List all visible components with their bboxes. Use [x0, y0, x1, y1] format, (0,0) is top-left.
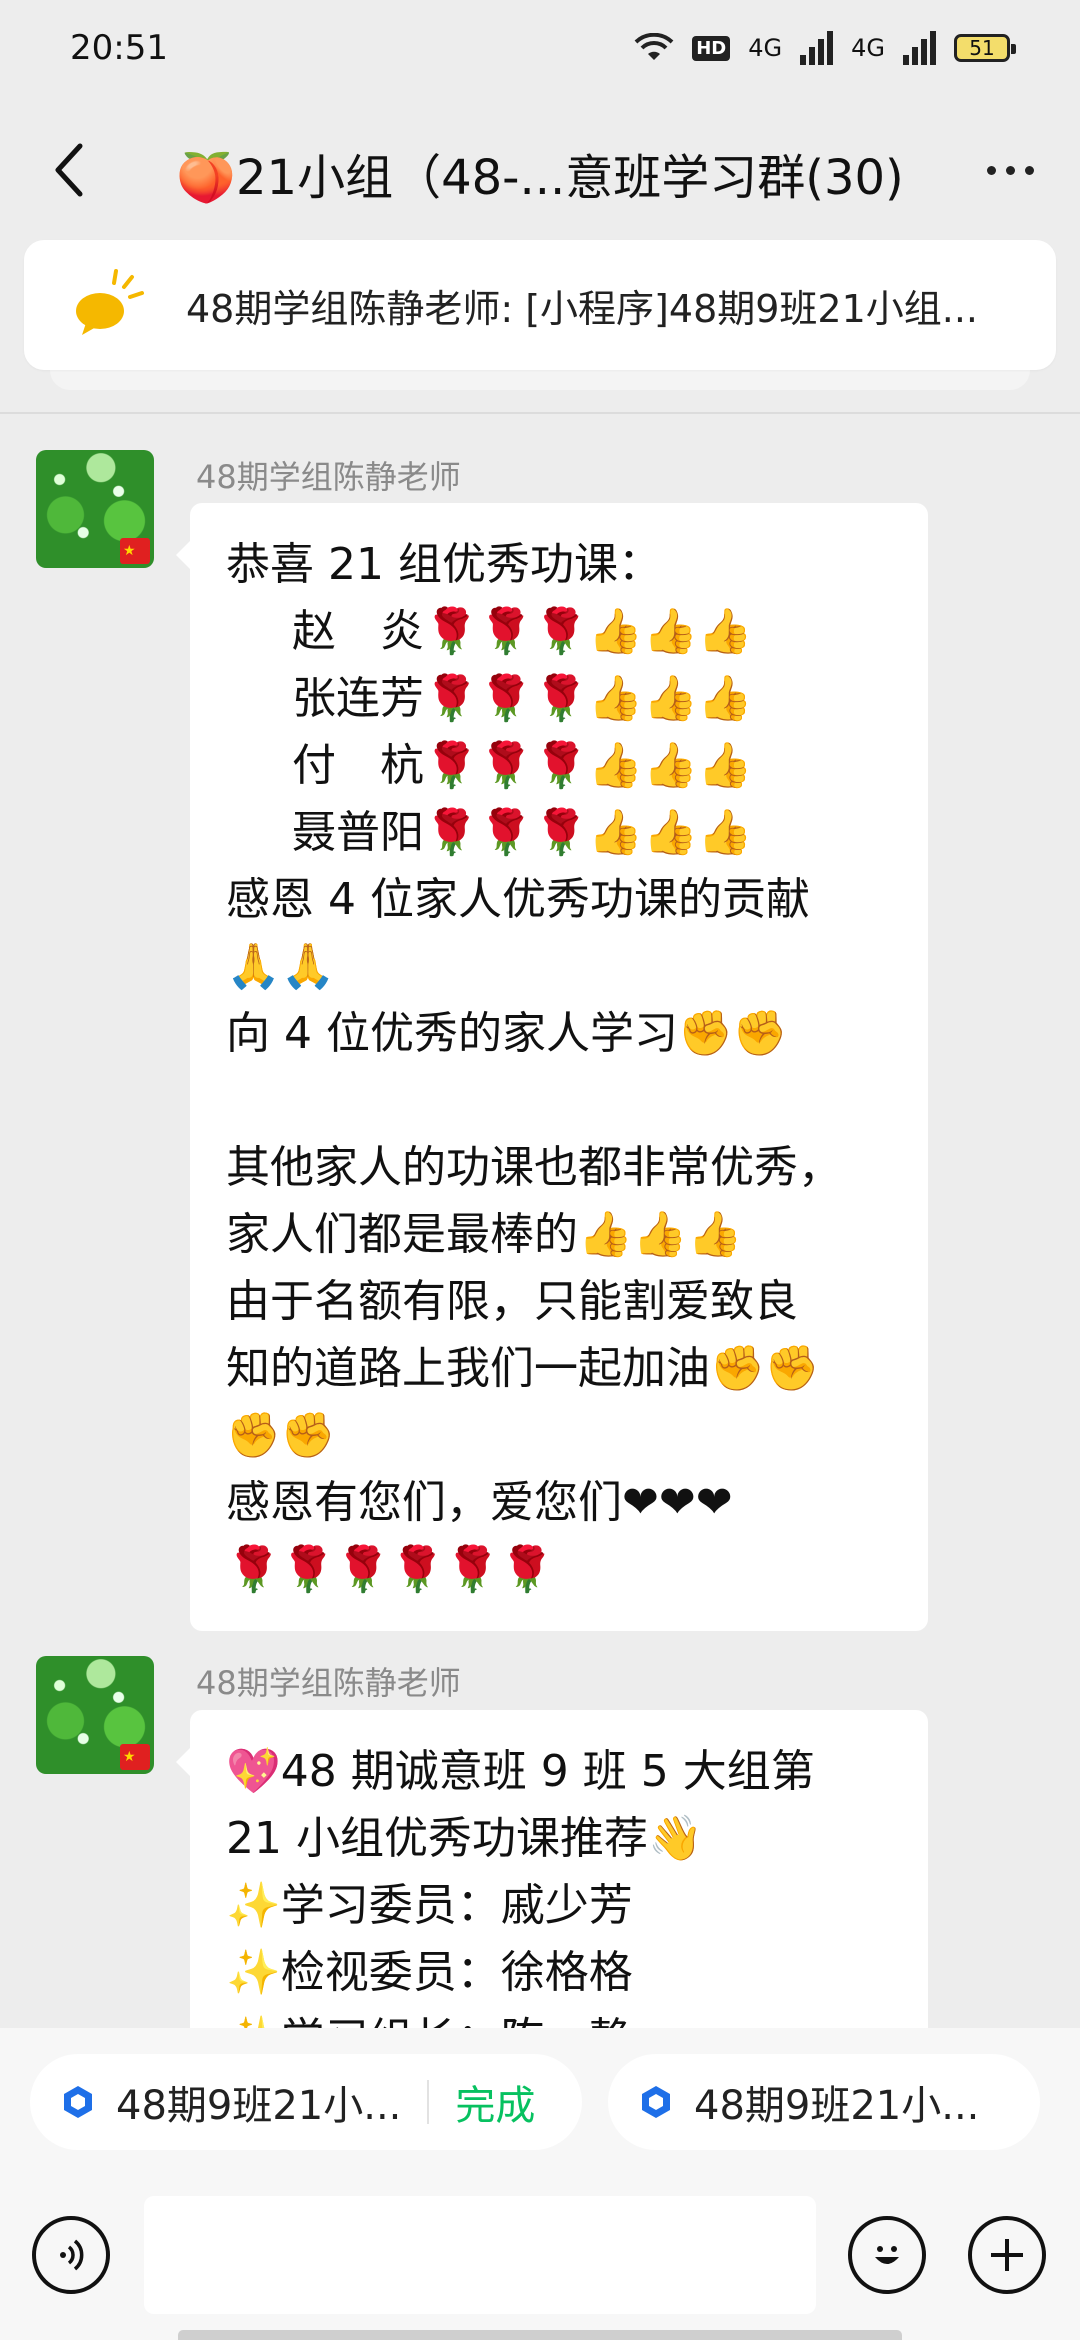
- battery-icon: 51: [954, 34, 1016, 62]
- flag-icon: ★: [120, 538, 150, 564]
- chat-title: 🍑21小组（48-...意班学习群(30): [176, 150, 904, 206]
- message-input[interactable]: [144, 2196, 816, 2314]
- hd-voice-icon: HD: [692, 35, 731, 61]
- message-line: 张连芳🌹🌹🌹👍👍👍: [292, 673, 753, 724]
- message-line: 向 4 位优秀的家人学习✊✊: [226, 1008, 788, 1059]
- message-bubble[interactable]: 恭喜 21 组优秀功课： 赵 炎🌹🌹🌹👍👍👍 张连芳🌹🌹🌹👍👍👍 付 杭🌹🌹🌹👍…: [176, 503, 928, 1631]
- message-line: ✊✊: [226, 1410, 336, 1461]
- home-indicator: [178, 2330, 902, 2340]
- more-dot: [986, 165, 996, 175]
- input-bar: [0, 2178, 1080, 2340]
- mini-program-icon: [642, 2086, 670, 2118]
- voice-input-button[interactable]: [32, 2216, 110, 2294]
- message-line: 感恩有您们，爱您们❤❤❤: [226, 1477, 733, 1528]
- wifi-icon: [634, 33, 674, 60]
- avatar[interactable]: ★: [36, 1656, 154, 1774]
- announcement-icon: [68, 265, 148, 345]
- mini-program-icon: [64, 2086, 92, 2118]
- status-icons: HD 4G 4G 51: [634, 31, 1016, 65]
- message-line: 恭喜 21 组优秀功课：: [226, 539, 662, 590]
- message-line: 感恩 4 位家人优秀功课的贡献: [226, 874, 810, 925]
- mini-program-chip[interactable]: 48期9班21小...: [608, 2054, 1040, 2150]
- more-button[interactable]: [970, 140, 1050, 200]
- message-line: 聂普阳🌹🌹🌹👍👍👍: [292, 807, 753, 858]
- avatar[interactable]: ★: [36, 450, 154, 568]
- message-line: 家人们都是最棒的👍👍👍: [226, 1209, 743, 1260]
- voice-icon: [60, 2239, 84, 2271]
- flag-icon: ★: [120, 1744, 150, 1770]
- mini-program-chip-bar: 48期9班21小... 完成 48期9班21小...: [0, 2028, 1080, 2178]
- divider: [0, 412, 1080, 414]
- signal-icon-2: [903, 31, 936, 65]
- message-line: 付 杭🌹🌹🌹👍👍👍: [292, 740, 753, 791]
- message-line: 🌹🌹🌹🌹🌹🌹: [226, 1544, 555, 1595]
- signal-icon: [800, 31, 834, 65]
- emoji-button[interactable]: [848, 2216, 926, 2294]
- status-bar: 20:51 HD 4G 4G 51: [0, 0, 1080, 96]
- chip-separator: [427, 2080, 430, 2124]
- chip-done-button[interactable]: 完成: [455, 2073, 535, 2131]
- message-line-blank: [226, 1067, 892, 1134]
- network-label-2: 4G: [851, 34, 885, 62]
- back-button[interactable]: [38, 140, 98, 200]
- message-line: 21 小组优秀功课推荐👋: [226, 1813, 703, 1864]
- message-line: ✨学习委员：戚少芳: [226, 1880, 633, 1931]
- sender-name: 48期学组陈静老师: [196, 1664, 461, 1702]
- plus-icon: [991, 2239, 1023, 2271]
- sender-name: 48期学组陈静老师: [196, 458, 461, 496]
- message-line: 赵 炎🌹🌹🌹👍👍👍: [292, 606, 753, 657]
- message-line: 💖48 期诚意班 9 班 5 大组第: [226, 1746, 815, 1797]
- message-line: 由于名额有限，只能割爱致良: [226, 1276, 798, 1327]
- pinned-message-text: 48期学组陈静老师: [小程序]48期9班21小组...: [186, 286, 979, 331]
- message-line: 其他家人的功课也都非常优秀，: [226, 1142, 842, 1193]
- nav-bar: 🍑21小组（48-...意班学习群(30): [0, 110, 1080, 230]
- network-label-1: 4G: [748, 34, 783, 62]
- chat-screen: 20:51 HD 4G 4G 51 🍑21小组（48-...意班学习群(30): [0, 0, 1080, 2340]
- more-dot: [1005, 165, 1015, 175]
- pinned-message-banner[interactable]: 48期学组陈静老师: [小程序]48期9班21小组...: [24, 240, 1056, 370]
- message-line: ✨检视委员：徐格格: [226, 1947, 633, 1998]
- emoji-icon: [875, 2246, 899, 2264]
- chip-label: 48期9班21小...: [694, 2083, 980, 2129]
- message-line: 🙏🙏: [226, 941, 336, 992]
- mini-program-chip[interactable]: 48期9班21小... 完成: [30, 2054, 582, 2150]
- chip-label: 48期9班21小...: [116, 2083, 402, 2129]
- chevron-left-icon: [55, 143, 83, 197]
- status-time: 20:51: [70, 28, 168, 68]
- message-line: 知的道路上我们一起加油✊✊: [226, 1343, 820, 1394]
- more-actions-button[interactable]: [968, 2216, 1046, 2294]
- more-dot: [1024, 165, 1034, 175]
